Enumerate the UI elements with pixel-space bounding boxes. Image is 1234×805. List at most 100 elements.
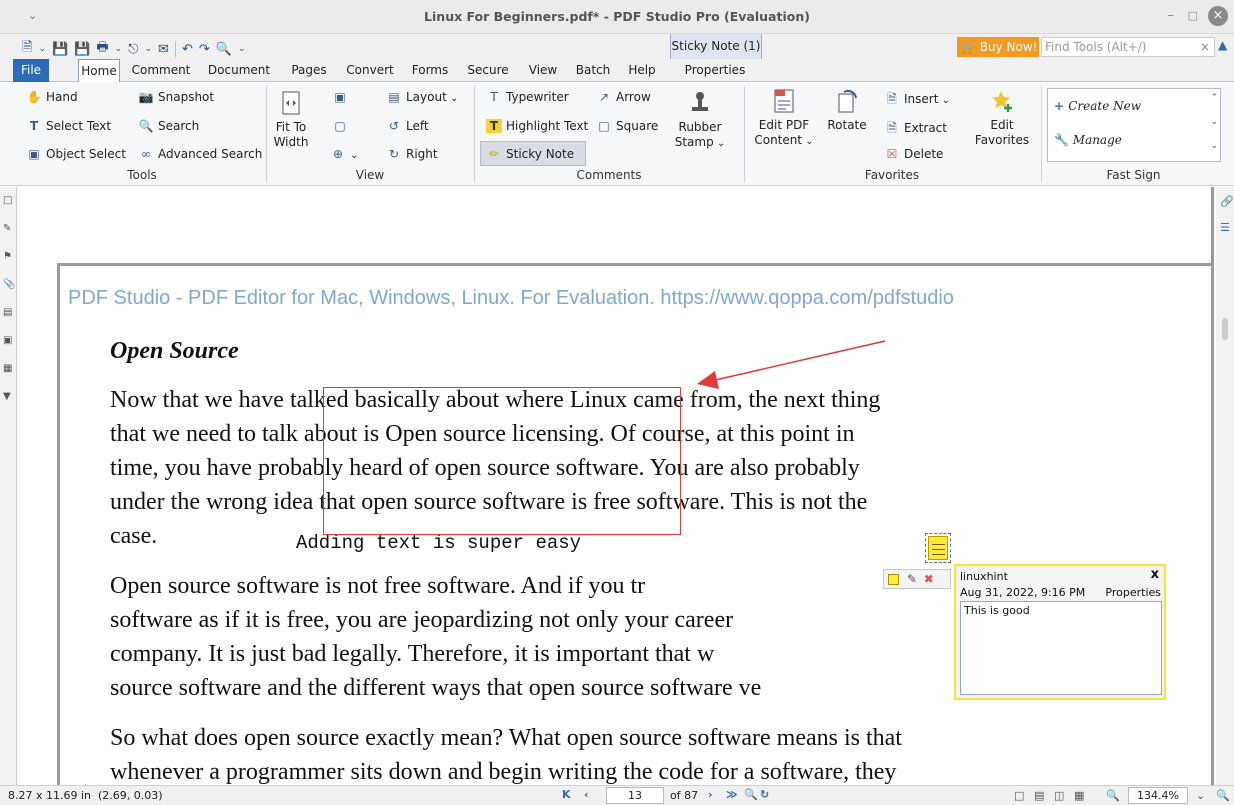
save-as-icon[interactable]: 💾 xyxy=(74,42,90,57)
dropdown-chevron-icon[interactable]: ⌄ xyxy=(115,44,123,54)
dropdown-chevron-icon[interactable]: ⌄ xyxy=(238,44,246,54)
arrow-annotation[interactable] xyxy=(687,337,917,397)
vertical-scrollbar-thumb[interactable] xyxy=(1222,318,1228,340)
advanced-search-button[interactable]: ∞ Advanced Search xyxy=(138,147,262,161)
email-icon[interactable]: ✉ xyxy=(158,42,169,57)
new-document-icon[interactable]: 🗎 xyxy=(22,38,32,60)
actual-size-button[interactable]: ▢ xyxy=(332,119,352,133)
expand-icon[interactable]: ⌄ xyxy=(1210,141,1218,151)
tab-file[interactable]: File xyxy=(13,59,49,82)
next-page-icon[interactable]: › xyxy=(708,788,713,801)
tab-convert[interactable]: Convert xyxy=(340,59,400,82)
scroll-down-icon[interactable]: ⌄ xyxy=(1210,117,1218,127)
scan-icon[interactable]: ⎋ xyxy=(128,42,138,57)
note-delete-icon[interactable]: ✖ xyxy=(924,572,934,586)
single-page-icon[interactable]: □ xyxy=(1014,789,1024,802)
zoom-button[interactable]: ⊕ ⌄ xyxy=(330,147,358,161)
sticky-note-annotation[interactable] xyxy=(925,533,951,563)
note-edit-icon[interactable]: ✎ xyxy=(907,572,917,586)
binoculars-icon: ∞ xyxy=(141,147,151,161)
continuous-page-icon[interactable]: ▤ xyxy=(1034,789,1044,802)
pages-panel-icon[interactable]: □ xyxy=(3,195,14,207)
redo-icon[interactable]: ↷ xyxy=(199,42,210,57)
tab-comment[interactable]: Comment xyxy=(128,59,194,82)
link-icon[interactable]: 🔗 xyxy=(1220,195,1234,208)
tags-panel-icon[interactable]: ▼ xyxy=(3,391,14,403)
manage-signatures-button[interactable]: 🔧 Manage xyxy=(1054,133,1122,147)
collapse-ribbon-icon[interactable]: ▲ xyxy=(1218,38,1227,52)
object-select-button[interactable]: ▣ Object Select xyxy=(26,147,126,161)
find-previous-icon[interactable]: 🔍 xyxy=(744,788,758,801)
insert-pages-button[interactable]: 🗎 Insert ⌄ xyxy=(884,90,950,111)
layout-button[interactable]: ▤ Layout ⌄ xyxy=(386,90,458,104)
zoom-in-icon[interactable]: 🔍 xyxy=(1216,789,1230,802)
print-icon[interactable]: 🖶 xyxy=(96,38,108,60)
tab-home[interactable]: Home xyxy=(78,59,120,83)
bookmarks-panel-icon[interactable]: ⚑ xyxy=(3,251,14,263)
tab-forms[interactable]: Forms xyxy=(404,59,456,82)
fit-page-button[interactable]: ▣ xyxy=(332,90,352,104)
previous-page-icon[interactable]: ‹ xyxy=(584,788,589,801)
dropdown-chevron-icon[interactable]: ⌄ xyxy=(145,44,153,54)
edit-pdf-content-button[interactable]: Edit PDF Content ⌄ xyxy=(752,88,816,149)
dropdown-chevron-icon[interactable]: ⌄ xyxy=(38,44,46,54)
zoom-out-icon[interactable]: 🔍 xyxy=(1106,789,1120,802)
signatures-panel-icon[interactable]: ▣ xyxy=(3,335,14,347)
edit-favorites-button[interactable]: Edit Favorites xyxy=(970,88,1034,148)
rotate-view-icon[interactable]: ↻ xyxy=(760,788,769,801)
clear-search-icon[interactable]: × xyxy=(1200,38,1210,56)
zoom-dropdown-icon[interactable]: ⌄ xyxy=(1196,789,1205,802)
tab-view[interactable]: View xyxy=(522,59,564,82)
rotate-left-button[interactable]: ↺ Left xyxy=(386,119,429,133)
rotate-right-button[interactable]: ↻ Right xyxy=(386,147,438,161)
rubber-stamp-button[interactable]: Rubber Stamp ⌄ xyxy=(668,90,732,151)
page-number-input[interactable]: 13 xyxy=(606,787,664,804)
extract-pages-button[interactable]: 🗎 Extract xyxy=(884,119,947,140)
last-page-icon[interactable]: ≫ xyxy=(726,788,738,801)
destinations-panel-icon[interactable]: ▦ xyxy=(3,363,14,375)
save-icon[interactable]: 💾 xyxy=(52,42,68,57)
sticky-note-button[interactable]: ✏ Sticky Note xyxy=(486,147,574,161)
undo-icon[interactable]: ↶ xyxy=(182,42,193,57)
square-annotation[interactable] xyxy=(323,387,681,535)
tab-pages[interactable]: Pages xyxy=(284,59,334,82)
minimize-icon[interactable]: – xyxy=(1168,8,1175,24)
typewriter-annotation[interactable]: Adding text is super easy xyxy=(296,532,581,554)
tab-properties[interactable]: Properties xyxy=(671,59,759,82)
layers-icon[interactable]: ☰ xyxy=(1220,221,1230,234)
zoom-level-input[interactable]: 134.4% xyxy=(1128,787,1188,804)
highlight-text-button[interactable]: T Highlight Text xyxy=(486,119,588,133)
annotations-panel-icon[interactable]: ✎ xyxy=(3,223,14,235)
rotate-pages-button[interactable]: Rotate xyxy=(826,88,868,133)
zoom-page-icon[interactable]: 🔍 xyxy=(216,42,232,57)
find-tools-input[interactable]: Find Tools (Alt+/) × xyxy=(1041,37,1215,57)
right-label: Right xyxy=(406,147,438,161)
note-close-button[interactable]: x xyxy=(1151,567,1159,582)
typewriter-button[interactable]: T Typewriter xyxy=(486,90,568,104)
facing-page-icon[interactable]: ◫ xyxy=(1054,789,1064,802)
scroll-up-icon[interactable]: ⌃ xyxy=(1210,93,1218,103)
maximize-icon[interactable]: □ xyxy=(1188,8,1198,24)
tab-secure[interactable]: Secure xyxy=(462,59,514,82)
arrow-button[interactable]: ↗ Arrow xyxy=(596,90,651,104)
tab-help[interactable]: Help xyxy=(620,59,664,82)
fit-to-width-button[interactable]: Fit To Width xyxy=(272,90,310,150)
buy-now-button[interactable]: 🛒 Buy Now! xyxy=(957,37,1039,57)
tab-document[interactable]: Document xyxy=(204,59,274,82)
note-color-icon[interactable] xyxy=(888,574,899,585)
create-new-signature-button[interactable]: + Create New xyxy=(1054,99,1141,113)
close-window-icon[interactable]: × xyxy=(1208,6,1228,26)
facing-continuous-icon[interactable]: ▦ xyxy=(1074,789,1084,802)
snapshot-button[interactable]: 📷 Snapshot xyxy=(138,90,215,104)
attachments-panel-icon[interactable]: 📎 xyxy=(3,279,15,291)
note-properties-link[interactable]: Properties xyxy=(1105,586,1161,599)
search-button[interactable]: 🔍 Search xyxy=(138,119,200,133)
square-button[interactable]: □ Square xyxy=(596,119,658,133)
note-text-area[interactable]: This is good xyxy=(960,601,1162,695)
select-text-button[interactable]: T Select Text xyxy=(26,119,111,133)
delete-pages-button[interactable]: ☒ Delete xyxy=(884,147,944,161)
layers-panel-icon[interactable]: ▤ xyxy=(3,307,14,319)
first-page-icon[interactable]: K xyxy=(562,788,571,801)
hand-tool-button[interactable]: ✋ Hand xyxy=(26,90,78,104)
tab-batch[interactable]: Batch xyxy=(570,59,616,82)
